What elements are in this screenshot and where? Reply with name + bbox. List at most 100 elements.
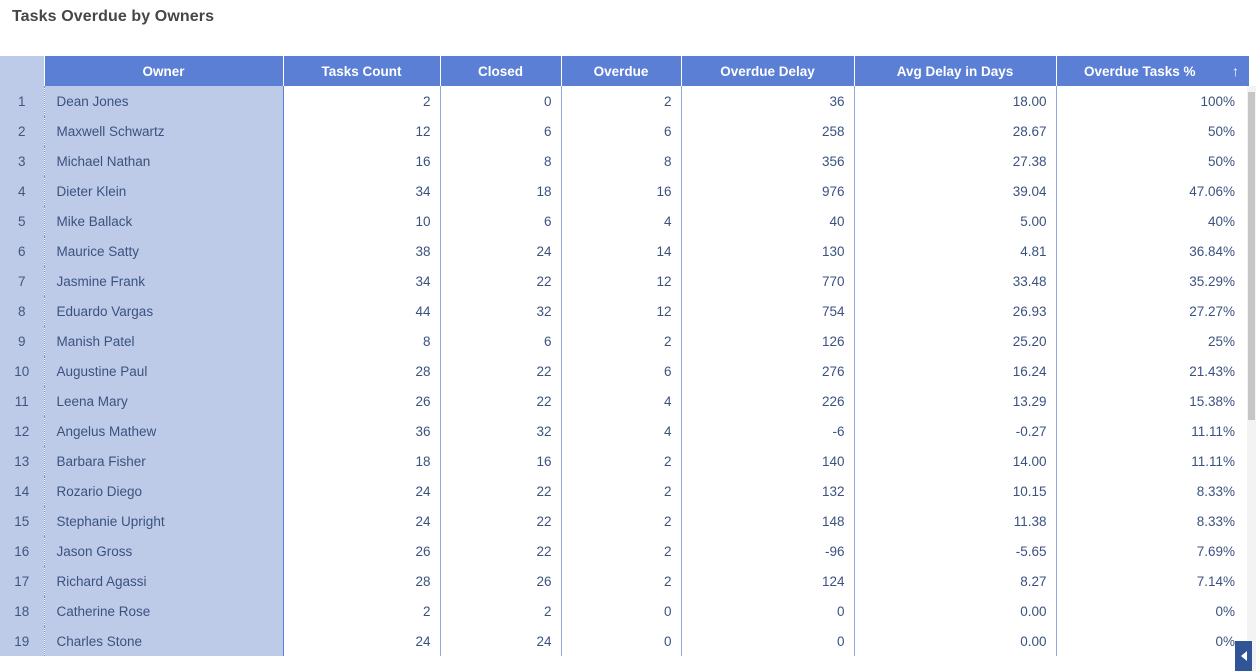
table-row[interactable]: 8 Eduardo Vargas 44 32 12 754 26.93 27.27% <box>0 296 1249 326</box>
tasks-count-cell: 24 <box>283 476 441 506</box>
overdue-cell: 12 <box>561 266 682 296</box>
overdue-delay-cell: 258 <box>681 116 855 146</box>
row-number-cell: 3 <box>0 146 45 176</box>
table-row[interactable]: 19 Charles Stone 24 24 0 0 0.00 0% <box>0 626 1249 656</box>
table-row[interactable]: 14 Rozario Diego 24 22 2 132 10.15 8.33% <box>0 476 1249 506</box>
tasks-count-cell: 38 <box>283 236 441 266</box>
avg-delay-cell: 14.00 <box>854 446 1057 476</box>
closed-cell: 22 <box>440 536 562 566</box>
closed-cell: 18 <box>440 176 562 206</box>
avg-delay-cell: 0.00 <box>854 626 1057 656</box>
avg-delay-cell: 4.81 <box>854 236 1057 266</box>
overdue-pct-cell: 0% <box>1056 596 1249 626</box>
table-row[interactable]: 1 Dean Jones 2 0 2 36 18.00 100% <box>0 86 1249 116</box>
overdue-cell: 4 <box>561 386 682 416</box>
column-header-closed[interactable]: Closed <box>440 56 562 86</box>
row-number-cell: 15 <box>0 506 45 536</box>
column-header-overdue-tasks-pct[interactable]: Overdue Tasks % ↑ <box>1056 56 1249 86</box>
tasks-count-cell: 10 <box>283 206 441 236</box>
table-row[interactable]: 4 Dieter Klein 34 18 16 976 39.04 47.06% <box>0 176 1249 206</box>
column-header-avg-delay-in-days[interactable]: Avg Delay in Days <box>854 56 1057 86</box>
avg-delay-cell: -0.27 <box>854 416 1057 446</box>
owner-cell: Dean Jones <box>44 86 284 116</box>
tasks-count-cell: 18 <box>283 446 441 476</box>
overdue-delay-cell: 754 <box>681 296 855 326</box>
avg-delay-cell: 33.48 <box>854 266 1057 296</box>
header-row: Owner Tasks Count Closed Overdue Overdue… <box>0 56 1249 86</box>
owner-cell: Richard Agassi <box>44 566 284 596</box>
avg-delay-cell: 25.20 <box>854 326 1057 356</box>
column-header-label: Overdue Tasks % <box>1083 63 1196 79</box>
owner-cell: Eduardo Vargas <box>44 296 284 326</box>
table-row[interactable]: 17 Richard Agassi 28 26 2 124 8.27 7.14% <box>0 566 1249 596</box>
tasks-count-cell: 26 <box>283 386 441 416</box>
overdue-cell: 16 <box>561 176 682 206</box>
overdue-delay-cell: -96 <box>681 536 855 566</box>
scroll-right-button[interactable] <box>1235 641 1252 671</box>
vertical-scrollbar-thumb[interactable] <box>1248 92 1255 420</box>
avg-delay-cell: 0.00 <box>854 596 1057 626</box>
table-row[interactable]: 2 Maxwell Schwartz 12 6 6 258 28.67 50% <box>0 116 1249 146</box>
table-row[interactable]: 18 Catherine Rose 2 2 0 0 0.00 0% <box>0 596 1249 626</box>
sort-ascending-arrow-icon[interactable]: ↑ <box>1232 64 1239 78</box>
table-row[interactable]: 10 Augustine Paul 28 22 6 276 16.24 21.43% <box>0 356 1249 386</box>
closed-cell: 16 <box>440 446 562 476</box>
table-row[interactable]: 5 Mike Ballack 10 6 4 40 5.00 40% <box>0 206 1249 236</box>
table-row[interactable]: 6 Maurice Satty 38 24 14 130 4.81 36.84% <box>0 236 1249 266</box>
owner-cell: Maurice Satty <box>44 236 284 266</box>
row-number-cell: 1 <box>0 86 45 116</box>
overdue-cell: 6 <box>561 116 682 146</box>
closed-cell: 22 <box>440 476 562 506</box>
table-row[interactable]: 16 Jason Gross 26 22 2 -96 -5.65 7.69% <box>0 536 1249 566</box>
avg-delay-cell: 13.29 <box>854 386 1057 416</box>
table-header: Owner Tasks Count Closed Overdue Overdue… <box>0 56 1249 86</box>
row-number-cell: 19 <box>0 626 45 656</box>
closed-cell: 32 <box>440 296 562 326</box>
closed-cell: 32 <box>440 416 562 446</box>
overdue-delay-cell: 36 <box>681 86 855 116</box>
overdue-delay-cell: 0 <box>681 596 855 626</box>
closed-cell: 26 <box>440 566 562 596</box>
table-row[interactable]: 3 Michael Nathan 16 8 8 356 27.38 50% <box>0 146 1249 176</box>
avg-delay-cell: 5.00 <box>854 206 1057 236</box>
owner-cell: Rozario Diego <box>44 476 284 506</box>
owner-cell: Jason Gross <box>44 536 284 566</box>
owner-cell: Maxwell Schwartz <box>44 116 284 146</box>
avg-delay-cell: 11.38 <box>854 506 1057 536</box>
avg-delay-cell: 26.93 <box>854 296 1057 326</box>
tasks-count-cell: 34 <box>283 176 441 206</box>
table-row[interactable]: 9 Manish Patel 8 6 2 126 25.20 25% <box>0 326 1249 356</box>
tasks-count-cell: 36 <box>283 416 441 446</box>
column-header-overdue[interactable]: Overdue <box>561 56 682 86</box>
table-row[interactable]: 11 Leena Mary 26 22 4 226 13.29 15.38% <box>0 386 1249 416</box>
table-row[interactable]: 13 Barbara Fisher 18 16 2 140 14.00 11.11% <box>0 446 1249 476</box>
row-number-cell: 10 <box>0 356 45 386</box>
overdue-cell: 4 <box>561 416 682 446</box>
overdue-pct-cell: 50% <box>1056 116 1249 146</box>
tasks-count-cell: 28 <box>283 356 441 386</box>
tasks-count-cell: 2 <box>283 596 441 626</box>
overdue-cell: 2 <box>561 446 682 476</box>
overdue-pct-cell: 15.38% <box>1056 386 1249 416</box>
table-row[interactable]: 12 Angelus Mathew 36 32 4 -6 -0.27 11.11% <box>0 416 1249 446</box>
overdue-pct-cell: 50% <box>1056 146 1249 176</box>
table-row[interactable]: 7 Jasmine Frank 34 22 12 770 33.48 35.29% <box>0 266 1249 296</box>
overdue-pct-cell: 35.29% <box>1056 266 1249 296</box>
row-number-header <box>0 56 44 86</box>
overdue-delay-cell: 770 <box>681 266 855 296</box>
owner-cell: Michael Nathan <box>44 146 284 176</box>
overdue-delay-cell: 40 <box>681 206 855 236</box>
column-header-owner[interactable]: Owner <box>43 56 284 86</box>
row-number-cell: 9 <box>0 326 45 356</box>
closed-cell: 22 <box>440 356 562 386</box>
overdue-delay-cell: 126 <box>681 326 855 356</box>
row-number-cell: 8 <box>0 296 45 326</box>
avg-delay-cell: 27.38 <box>854 146 1057 176</box>
closed-cell: 0 <box>440 86 562 116</box>
column-header-tasks-count[interactable]: Tasks Count <box>283 56 441 86</box>
closed-cell: 24 <box>440 626 562 656</box>
avg-delay-cell: 18.00 <box>854 86 1057 116</box>
table-row[interactable]: 15 Stephanie Upright 24 22 2 148 11.38 8.33% <box>0 506 1249 536</box>
tasks-count-cell: 34 <box>283 266 441 296</box>
column-header-overdue-delay[interactable]: Overdue Delay <box>681 56 855 86</box>
